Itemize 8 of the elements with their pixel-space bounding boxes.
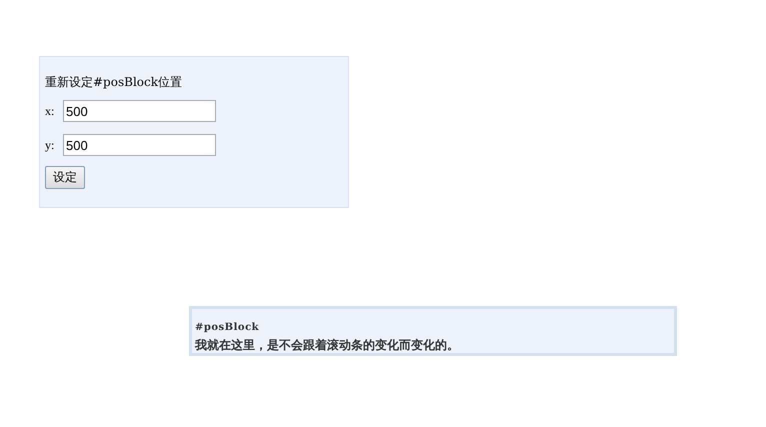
input-field[interactable]: 500 <box>63 100 216 122</box>
block-heading: #posBlock <box>195 322 260 333</box>
block-text: 我就在这里，是不会跟着滚动条的变化而变化的。 <box>195 337 459 354</box>
set-button[interactable]: 设定 <box>45 166 85 189</box>
input-field[interactable]: 500 <box>63 134 216 156</box>
form-title: 重新设定#posBlock位置 <box>45 74 182 91</box>
field-label: x: <box>45 104 56 118</box>
field-label: y: <box>45 138 56 152</box>
